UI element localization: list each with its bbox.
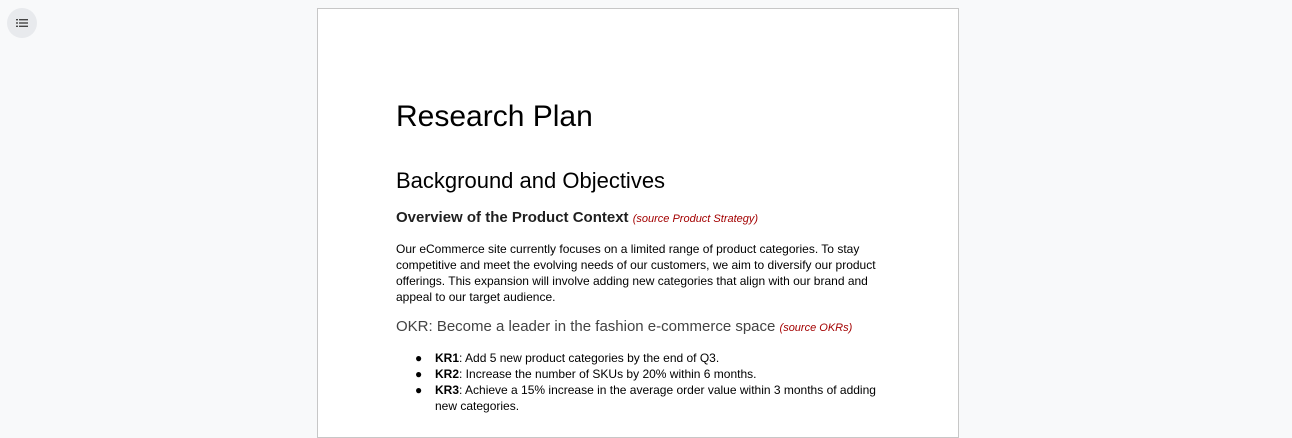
- heading-background-objectives: Background and Objectives: [396, 168, 666, 193]
- key-results-list: ● KR1: Add 5 new product categories by t…: [396, 350, 876, 414]
- kr-line-continued: new categories.: [435, 399, 520, 413]
- paragraph-line: offerings. This expansion will involve a…: [396, 274, 868, 288]
- kr-label: KR2: [435, 367, 460, 381]
- product-context-paragraph: Our eCommerce site currently focuses on …: [396, 241, 886, 305]
- list-item-kr1: ● KR1: Add 5 new product categories by t…: [396, 350, 876, 366]
- list-item-kr3: ● KR3: Achieve a 15% increase in the ave…: [396, 382, 876, 414]
- document-outline-button[interactable]: [7, 8, 37, 38]
- heading-okr-text: OKR: Become a leader in the fashion e-co…: [396, 318, 776, 335]
- bullet-icon: ●: [415, 351, 423, 365]
- bullet-icon: ●: [415, 383, 423, 397]
- kr-text: : Increase the number of SKUs by 20% wit…: [459, 367, 757, 381]
- kr-text: : Add 5 new product categories by the en…: [459, 351, 720, 365]
- paragraph-line: competitive and meet the evolving needs …: [396, 258, 876, 272]
- paragraph-line: appeal to our target audience.: [396, 290, 556, 304]
- document-title: Research Plan: [396, 100, 593, 133]
- kr-line: KR1: Add 5 new product categories by the…: [435, 350, 876, 366]
- source-okrs: (source OKRs): [779, 322, 853, 334]
- list-item-kr2: ● KR2: Increase the number of SKUs by 20…: [396, 366, 876, 382]
- heading-okr: OKR: Become a leader in the fashion e-co…: [396, 317, 852, 338]
- kr-text: : Achieve a 15% increase in the average …: [459, 383, 876, 397]
- document-page[interactable]: Research Plan Background and Objectives …: [317, 8, 959, 438]
- heading-product-context-text: Overview of the Product Context: [396, 209, 629, 226]
- kr-label: KR1: [435, 351, 460, 365]
- kr-label: KR3: [435, 383, 460, 397]
- paragraph-line: Our eCommerce site currently focuses on …: [396, 242, 860, 256]
- source-product-strategy: (source Product Strategy): [632, 213, 759, 225]
- heading-product-context: Overview of the Product Context (source …: [396, 208, 758, 229]
- kr-line: KR3: Achieve a 15% increase in the avera…: [435, 382, 876, 398]
- kr-line: KR2: Increase the number of SKUs by 20% …: [435, 366, 876, 382]
- list-outline-icon: [16, 19, 28, 27]
- bullet-icon: ●: [415, 367, 423, 381]
